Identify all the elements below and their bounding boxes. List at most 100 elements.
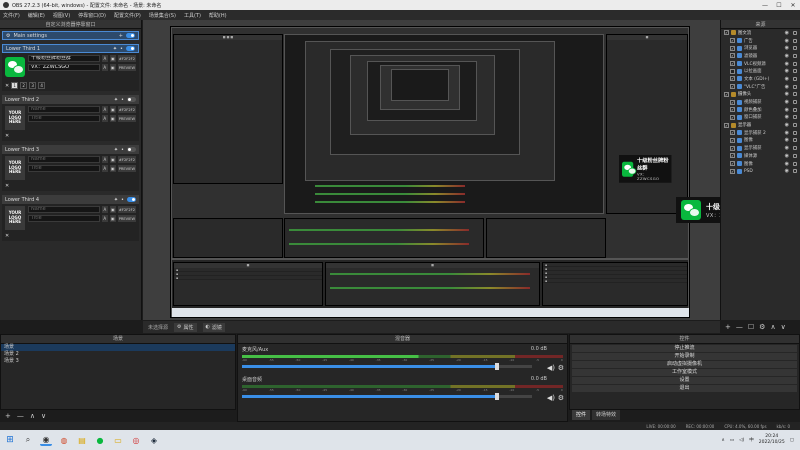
- menu-profile[interactable]: 配置文件(P): [114, 12, 141, 19]
- add-icon[interactable]: •: [121, 97, 124, 103]
- lower-third-toggle[interactable]: [126, 46, 135, 51]
- color-hex[interactable]: #F2F2F2: [117, 206, 136, 213]
- eye-icon[interactable]: ◉: [785, 137, 789, 143]
- source-item[interactable]: ✓ 图文流 ◉: [721, 29, 800, 37]
- eye-icon[interactable]: ◉: [785, 107, 789, 113]
- properties-button[interactable]: ⚙ 属性: [174, 322, 197, 332]
- add-scene-button[interactable]: +: [5, 412, 11, 420]
- windows-icon[interactable]: ⊞: [4, 434, 16, 446]
- control-button[interactable]: 启动虚拟摄像机: [572, 361, 797, 368]
- add-icon[interactable]: •: [121, 197, 124, 203]
- source-item[interactable]: ✓ 文本 (GDI+) ◉: [721, 75, 800, 83]
- minimize-button[interactable]: —: [758, 2, 772, 9]
- source-checkbox[interactable]: ✓: [730, 161, 735, 167]
- eye-icon[interactable]: ◉: [785, 122, 789, 128]
- preview-button[interactable]: PREVIEW: [117, 64, 136, 71]
- source-checkbox[interactable]: ✓: [730, 76, 735, 82]
- source-item[interactable]: ✓ 摄像头 ◉: [721, 91, 800, 99]
- eye-icon[interactable]: ◉: [785, 38, 789, 44]
- source-checkbox[interactable]: ✓: [724, 30, 729, 36]
- notification-icon[interactable]: ▢: [790, 438, 794, 443]
- source-checkbox[interactable]: ✓: [724, 91, 729, 97]
- slot-button-1[interactable]: 1: [11, 82, 19, 89]
- subtitle-input[interactable]: VX：ZZWCSGO: [28, 64, 100, 71]
- logo-placeholder[interactable]: YOUR LOGO HERE: [5, 156, 25, 180]
- lock-icon[interactable]: [793, 92, 797, 97]
- style-button[interactable]: ▣: [109, 206, 116, 213]
- source-checkbox[interactable]: ✓: [730, 38, 735, 44]
- font-button[interactable]: A: [101, 156, 108, 163]
- close-icon[interactable]: ✕: [5, 83, 9, 89]
- lock-icon[interactable]: [793, 138, 797, 143]
- source-checkbox[interactable]: ✓: [730, 168, 735, 174]
- filters-button[interactable]: ◐ 滤镜: [202, 322, 225, 332]
- close-button[interactable]: ✕: [786, 2, 800, 9]
- title-input[interactable]: Name: [28, 156, 100, 163]
- title-input[interactable]: 十级粉丝牌粉丝群: [28, 55, 100, 62]
- network-icon[interactable]: ▭: [730, 438, 734, 443]
- lock-icon[interactable]: [793, 30, 797, 35]
- source-up-button[interactable]: ∧: [770, 323, 775, 331]
- source-checkbox[interactable]: ✓: [730, 84, 735, 90]
- add-icon[interactable]: +: [119, 33, 123, 39]
- close-icon[interactable]: ✕: [5, 233, 9, 239]
- font-button[interactable]: A: [101, 165, 108, 172]
- lock-icon[interactable]: [793, 123, 797, 128]
- source-checkbox[interactable]: ✓: [730, 130, 735, 136]
- source-item[interactable]: ✓ 窗口捕获 ◉: [721, 114, 800, 122]
- lock-icon[interactable]: [793, 76, 797, 81]
- source-item[interactable]: ✓ 视频捕获 ◉: [721, 98, 800, 106]
- eye-icon[interactable]: ◉: [785, 53, 789, 59]
- style-button[interactable]: ▣: [109, 55, 116, 62]
- source-checkbox[interactable]: ✓: [730, 45, 735, 51]
- gear-icon[interactable]: ⚙: [558, 394, 564, 402]
- color-hex[interactable]: #F2F2F2: [117, 156, 136, 163]
- slot-button-2[interactable]: 2: [20, 82, 28, 89]
- source-item[interactable]: ✓ 浏览器 ◉: [721, 44, 800, 52]
- lock-icon[interactable]: [793, 130, 797, 135]
- control-button[interactable]: 停止推流: [572, 345, 797, 352]
- scene-item[interactable]: 场景: [1, 344, 235, 351]
- source-checkbox[interactable]: [730, 68, 735, 74]
- menu-help[interactable]: 帮助(H): [209, 12, 227, 19]
- lock-icon[interactable]: [793, 100, 797, 105]
- visibility-icon[interactable]: ✦: [114, 197, 118, 203]
- lock-icon[interactable]: [793, 53, 797, 58]
- source-settings-button[interactable]: ⚙: [759, 323, 765, 331]
- lower-third-header[interactable]: Lower Third 1 ✦ •: [2, 44, 139, 53]
- volume-icon[interactable]: ◁): [739, 438, 744, 443]
- clock[interactable]: 20:24 2022/10/25: [759, 434, 785, 446]
- style-button[interactable]: ▣: [109, 165, 116, 172]
- tab-controls[interactable]: 控件: [572, 410, 591, 420]
- lower-third-toggle[interactable]: [127, 147, 136, 152]
- eye-icon[interactable]: ◉: [785, 145, 789, 151]
- main-settings-header[interactable]: ⚙ Main settings +: [2, 31, 139, 40]
- font-button[interactable]: A: [101, 106, 108, 113]
- eye-icon[interactable]: ◉: [785, 76, 789, 82]
- color-hex[interactable]: #F2F2F2: [117, 106, 136, 113]
- slot-button-4[interactable]: 4: [38, 82, 46, 89]
- maximize-button[interactable]: ☐: [772, 2, 786, 9]
- source-item[interactable]: ✓ VLC视频源 ◉: [721, 60, 800, 68]
- style-button[interactable]: ▣: [109, 64, 116, 71]
- source-checkbox[interactable]: ✓: [730, 53, 735, 59]
- source-item[interactable]: ✓ "VLC"广告 ◉: [721, 83, 800, 91]
- menu-scene-collection[interactable]: 场景集合(S): [149, 12, 176, 19]
- source-checkbox[interactable]: ✓: [730, 114, 735, 120]
- slot-button-3[interactable]: 3: [29, 82, 37, 89]
- source-item[interactable]: ✓ 滤镜器 ◉: [721, 52, 800, 60]
- remove-source-button[interactable]: —: [736, 323, 743, 331]
- weibo-icon[interactable]: ◎: [130, 434, 142, 446]
- main-settings-toggle[interactable]: [126, 33, 135, 38]
- tab-transitions[interactable]: 转场特效: [592, 410, 621, 420]
- lock-icon[interactable]: [793, 38, 797, 43]
- lower-third-toggle[interactable]: [127, 97, 136, 102]
- close-icon[interactable]: ✕: [5, 133, 9, 139]
- source-checkbox[interactable]: ✓: [730, 61, 735, 67]
- preview-button[interactable]: PREVIEW: [117, 115, 136, 122]
- scene-item[interactable]: 场景 3: [1, 358, 235, 365]
- source-properties-button[interactable]: ☐: [748, 323, 754, 331]
- font-button[interactable]: A: [101, 215, 108, 222]
- lock-icon[interactable]: [793, 161, 797, 166]
- add-icon[interactable]: •: [120, 46, 123, 52]
